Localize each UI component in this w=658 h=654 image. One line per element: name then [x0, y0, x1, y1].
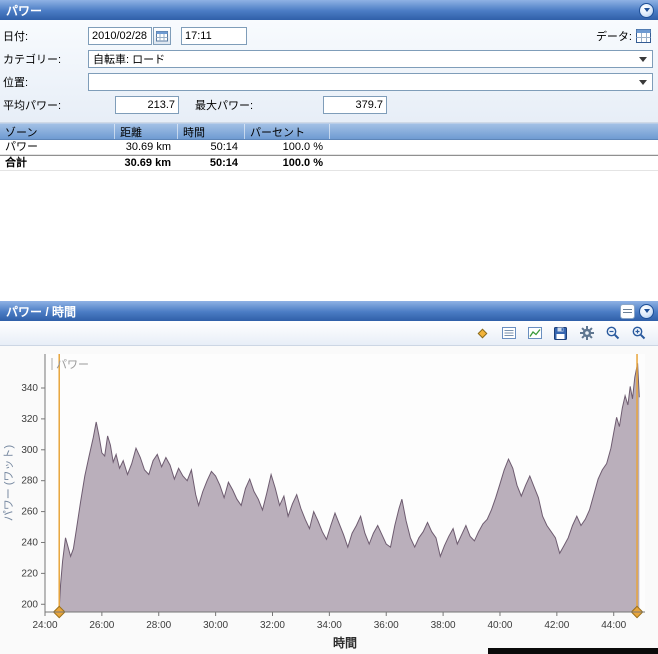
y-tick-label: 260	[21, 507, 38, 518]
time-cell: 50:14	[210, 141, 238, 153]
y-tick-label: 320	[21, 414, 38, 425]
date-input[interactable]	[88, 27, 152, 45]
zones-table: ゾーン 距離 時間 パーセント パワー 30.69 km 50:14 100.0…	[0, 123, 658, 171]
panel-title: パワー	[6, 3, 43, 18]
x-tick-label: 36:00	[374, 620, 399, 631]
app-window: パワー 日付: デ	[0, 0, 658, 654]
percent-cell: 100.0 %	[282, 157, 323, 169]
collapse-chart-button[interactable]	[639, 303, 654, 319]
location-label: 位置:	[3, 77, 29, 89]
x-tick-label: 26:00	[89, 620, 114, 631]
save-button[interactable]	[551, 324, 570, 343]
x-tick-label: 34:00	[317, 620, 342, 631]
max-power-input[interactable]	[323, 96, 387, 114]
time-input[interactable]	[181, 27, 247, 45]
chevron-down-icon	[639, 79, 647, 85]
data-icon[interactable]	[636, 29, 651, 43]
x-tick-label: 28:00	[146, 620, 171, 631]
chart-area: 200 220 240 260 280 300 320 340 24:00 26:00 28:00 3…	[0, 346, 658, 654]
col-header-time[interactable]: 時間	[178, 124, 245, 139]
col-header-filler	[330, 124, 658, 139]
chart-icon	[527, 327, 542, 339]
settings-button[interactable]	[577, 324, 596, 343]
chart-view-button[interactable]	[525, 324, 544, 343]
table-row-total[interactable]: 合計 30.69 km 50:14 100.0 %	[0, 155, 658, 171]
data-label: データ:	[595, 31, 632, 43]
zone-cell: 合計	[5, 157, 27, 169]
panel-lines-icon	[623, 312, 632, 313]
table-view-button[interactable]	[499, 324, 518, 343]
y-tick-label: 340	[21, 383, 38, 394]
percent-cell: 100.0 %	[282, 141, 323, 153]
x-axis-title: 時間	[333, 635, 357, 650]
calendar-icon	[156, 31, 168, 42]
zoom-in-button[interactable]	[629, 324, 648, 343]
y-tick-label: 240	[21, 537, 38, 548]
zoom-out-button[interactable]	[603, 324, 622, 343]
floppy-disk-icon	[554, 326, 567, 340]
list-icon	[501, 327, 516, 339]
category-value: 自転車: ロード	[93, 54, 166, 66]
data-source: データ:	[596, 28, 655, 44]
x-tick-label: 44:00	[601, 620, 626, 631]
date-row: 日付: データ:	[3, 27, 655, 45]
diamond-icon	[477, 328, 488, 338]
chart-panel-titlebar: パワー / 時間	[0, 301, 658, 321]
zone-cell: パワー	[5, 141, 38, 153]
legend-label: パワー	[56, 358, 89, 371]
bottom-strip	[488, 648, 658, 654]
y-tick-label: 280	[21, 476, 38, 487]
chevron-down-icon	[643, 8, 650, 12]
avg-power-input[interactable]	[115, 96, 179, 114]
max-power-label: 最大パワー:	[195, 100, 254, 112]
panel-lines-icon	[623, 309, 632, 310]
distance-cell: 30.69 km	[124, 157, 171, 169]
x-tick-label: 42:00	[544, 620, 569, 631]
category-select[interactable]: 自転車: ロード	[88, 50, 653, 68]
chevron-down-icon	[639, 56, 647, 62]
table-row[interactable]: パワー 30.69 km 50:14 100.0 %	[0, 140, 658, 155]
power-time-chart[interactable]: 200 220 240 260 280 300 320 340 24:00 26:00 28:00 3…	[0, 346, 658, 654]
table-header-row: ゾーン 距離 時間 パーセント	[0, 123, 658, 140]
marker-button[interactable]	[473, 324, 492, 343]
distance-cell: 30.69 km	[125, 141, 171, 153]
col-header-distance[interactable]: 距離	[115, 124, 178, 139]
location-select[interactable]	[88, 73, 653, 91]
x-tick-label: 38:00	[431, 620, 456, 631]
power-summary-panel: パワー 日付: デ	[0, 0, 658, 301]
y-tick-label: 220	[21, 568, 38, 579]
date-label: 日付:	[3, 31, 29, 43]
chart-toolbar	[0, 321, 658, 346]
gear-icon	[579, 326, 594, 340]
y-tick-label: 300	[21, 445, 38, 456]
col-header-percent[interactable]: パーセント	[245, 124, 330, 139]
chart-panel-title: パワー / 時間	[6, 304, 77, 319]
x-tick-label: 32:00	[260, 620, 285, 631]
x-tick-label: 30:00	[203, 620, 228, 631]
y-tick-label: 200	[21, 599, 38, 610]
power-time-panel: パワー / 時間 200 220 240 260 280 300 320 340…	[0, 301, 658, 654]
avg-power-label: 平均パワー:	[3, 100, 62, 112]
empty-area	[0, 171, 658, 301]
location-row: 位置:	[3, 73, 655, 91]
calendar-button[interactable]	[153, 27, 171, 45]
col-header-zone[interactable]: ゾーン	[0, 124, 115, 139]
layout-button[interactable]	[620, 303, 635, 319]
summary-form: 日付: データ:	[0, 20, 658, 123]
chevron-down-icon	[643, 309, 650, 313]
category-row: カテゴリー: 自転車: ロード	[3, 50, 655, 68]
time-cell: 50:14	[209, 157, 238, 169]
x-tick-label: 24:00	[32, 620, 57, 631]
magnifier-plus-icon	[632, 326, 645, 340]
collapse-panel-button[interactable]	[639, 2, 654, 18]
category-label: カテゴリー:	[3, 54, 62, 66]
power-panel-titlebar: パワー	[0, 0, 658, 20]
x-tick-label: 40:00	[487, 620, 512, 631]
power-stats-row: 平均パワー: 最大パワー:	[3, 96, 655, 114]
magnifier-minus-icon	[606, 326, 619, 340]
y-axis-title: パワー (ワット)	[2, 445, 15, 521]
